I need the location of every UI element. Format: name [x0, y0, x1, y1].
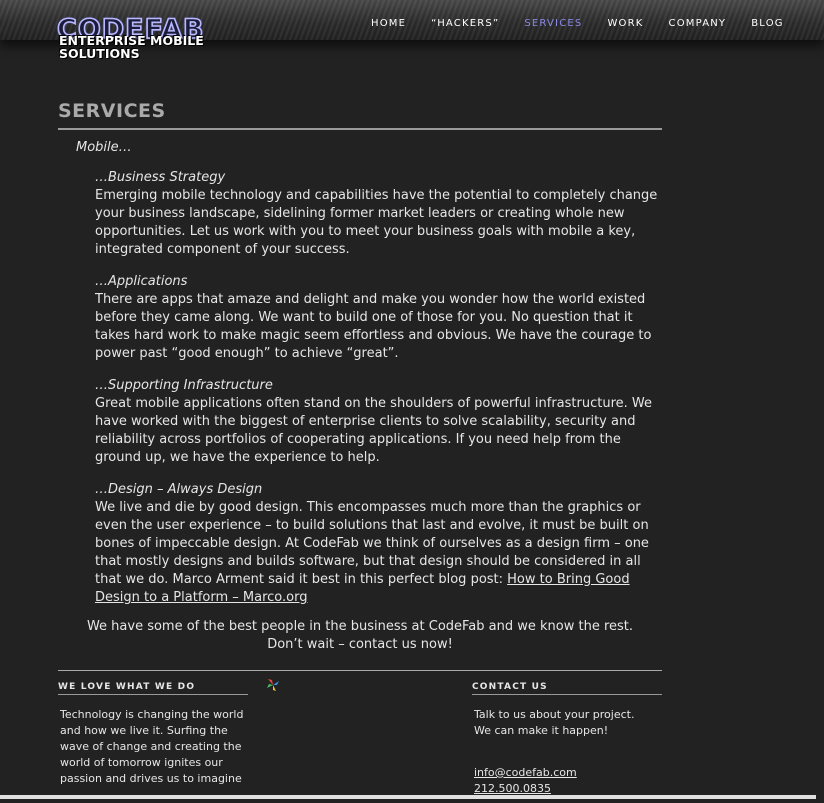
footer-about: WE LOVE WHAT WE DO Technology is changin… — [58, 682, 248, 803]
service-heading: …Business Strategy — [95, 170, 226, 185]
service-description: We live and die by good design. This enc… — [95, 499, 661, 607]
footer-about-text: Technology is changing the world and how… — [60, 708, 244, 801]
contact-line-2: We can make it happen! — [474, 724, 609, 737]
footer-contact-heading: CONTACT US — [472, 682, 662, 695]
service-heading: …Applications — [95, 274, 188, 289]
nav-hackers[interactable]: “HACKERS” — [431, 18, 499, 29]
nav-company[interactable]: COMPANY — [669, 18, 727, 29]
codefab-logo[interactable]: CODEFAB ENTERPRISE MOBILE SOLUTIONS — [56, 15, 217, 61]
service-heading: …Design – Always Design — [95, 482, 263, 497]
closing-line-2: Don’t wait – contact us now! — [267, 637, 453, 652]
footer-about-heading: WE LOVE WHAT WE DO — [58, 682, 248, 695]
intro-text: Mobile… — [76, 140, 132, 155]
service-design: …Design – Always Design We live and die … — [95, 481, 661, 607]
main-content: SERVICES Mobile… …Business Strategy Emer… — [58, 100, 662, 671]
pinwheel-icon — [267, 679, 279, 691]
service-infrastructure: …Supporting Infrastructure Great mobile … — [95, 377, 661, 467]
page-bottom-edge — [0, 795, 816, 799]
main-nav: HOME “HACKERS” SERVICES WORK COMPANY BLO… — [371, 18, 809, 29]
service-heading: …Supporting Infrastructure — [95, 378, 273, 393]
footer-contact: CONTACT US Talk to us about your project… — [472, 682, 662, 797]
closing-message: We have some of the best people in the b… — [58, 618, 662, 654]
footer-contact-text: Talk to us about your project. We can ma… — [474, 707, 662, 797]
service-applications: …Applications There are apps that amaze … — [95, 273, 661, 363]
service-description: There are apps that amaze and delight an… — [95, 292, 652, 361]
logo-tagline: ENTERPRISE MOBILE SOLUTIONS — [59, 33, 204, 61]
service-description: Great mobile applications often stand on… — [95, 396, 652, 465]
service-description: Emerging mobile technology and capabilit… — [95, 188, 658, 257]
contact-email-link[interactable]: info@codefab.com — [474, 766, 577, 779]
nav-work[interactable]: WORK — [607, 18, 643, 29]
page-title: SERVICES — [58, 100, 662, 130]
contact-phone-link[interactable]: 212.500.0835 — [474, 782, 551, 795]
closing-line-1: We have some of the best people in the b… — [86, 619, 634, 634]
content-divider — [58, 670, 662, 671]
nav-home[interactable]: HOME — [371, 18, 406, 29]
service-business-strategy: …Business Strategy Emerging mobile techn… — [95, 169, 661, 259]
contact-line-1: Talk to us about your project. — [474, 708, 635, 721]
nav-services[interactable]: SERVICES — [524, 18, 582, 29]
nav-blog[interactable]: BLOG — [751, 18, 784, 29]
